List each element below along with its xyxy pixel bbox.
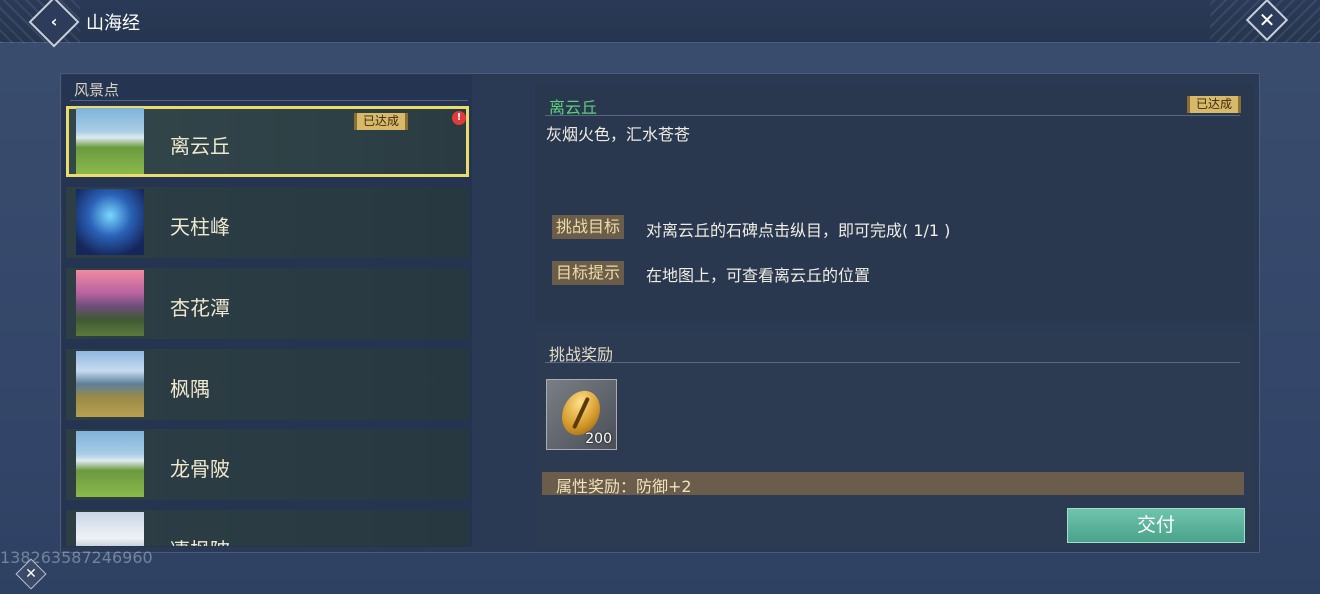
scenic-list-header: 风景点 [74,81,120,99]
glowing-blue-peak-thumbnail [76,189,144,255]
snowy-mountain-meadow-thumbnail [76,431,144,497]
scenic-item-xinghuatan[interactable]: 杏花潭 [66,268,469,339]
top-bar: ‹ 山海经 ✕ [0,0,1320,48]
detail-panel [535,84,1253,322]
divider [545,362,1240,363]
snowy-peak-thumbnail [76,512,144,546]
mountain-lake-thumbnail [76,351,144,417]
detail-description: 灰烟火色，汇水苍苍 [546,125,691,144]
scenic-item-liyunqiu[interactable]: 离云丘 已达成 ! [66,106,469,177]
scenic-list[interactable]: 离云丘 已达成 ! 天柱峰 杏花潭 枫隅 龙骨陂 凄枫陂 [62,104,472,546]
scenic-item-label: 离云丘 [170,134,230,158]
goal-text: 对离云丘的石碑点击纵目，即可完成( 1/1 ) [646,221,951,240]
close-icon: ✕ [25,566,37,582]
scenic-item-fengyu[interactable]: 枫隅 [66,349,469,420]
page-title: 山海经 [86,13,140,34]
pink-sunset-lake-thumbnail [76,270,144,336]
scenic-item-longgubei[interactable]: 龙骨陂 [66,429,469,500]
attribute-reward-text: 属性奖励：防御+2 [556,477,692,496]
scenic-item-tianzhufeng[interactable]: 天柱峰 [66,187,469,258]
completed-badge: 已达成 [1187,96,1242,113]
scenic-item-label: 龙骨陂 [170,457,230,481]
close-icon: ✕ [1258,8,1276,32]
alert-icon: ! [452,111,466,125]
completed-badge: 已达成 [354,113,409,130]
goal-label: 挑战目标 [552,215,625,239]
divider [545,115,1240,116]
scenic-item-label: 杏花潭 [170,296,230,320]
reward-item-count: 200 [585,431,612,447]
scenic-item-label: 枫隅 [170,377,210,401]
scenic-item-qifengbei[interactable]: 凄枫陂 [66,510,469,546]
reward-item-slot[interactable]: 200 [546,379,617,450]
hint-text: 在地图上，可查看离云丘的位置 [646,266,871,285]
scenic-item-label: 天柱峰 [170,215,230,239]
scenic-item-label: 凄枫陂 [170,534,230,546]
hint-label: 目标提示 [552,261,625,285]
back-arrow-icon: ‹ [50,12,58,31]
snowy-mountain-meadow-thumbnail [76,108,144,174]
divider [70,100,468,101]
submit-button[interactable]: 交付 [1067,508,1245,543]
